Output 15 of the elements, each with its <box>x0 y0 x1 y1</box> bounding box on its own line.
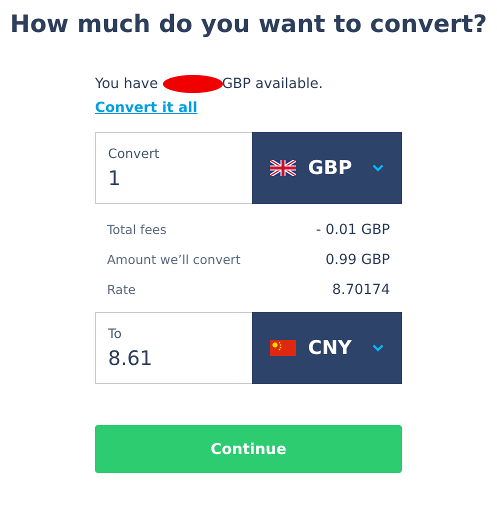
currency-select[interactable]: GBP <box>252 132 402 204</box>
fee-label: Rate <box>107 282 136 298</box>
chevron-down-icon <box>372 344 384 352</box>
chevron-down-icon <box>372 164 384 172</box>
page-title: How much do you want to convert? <box>10 10 487 38</box>
fee-label: Amount we’ll convert <box>107 252 240 268</box>
fee-value: 8.70174 <box>332 282 390 298</box>
fee-label: Total fees <box>107 222 166 238</box>
flag-icon <box>270 340 296 356</box>
fee-value: 0.99 GBP <box>325 252 390 268</box>
flag-icon <box>270 160 296 176</box>
balance-text: You have <box>95 76 158 92</box>
currency-select[interactable]: CNY <box>252 312 402 384</box>
fee-value: - 0.01 GBP <box>316 222 390 238</box>
balance-text: GBP available. <box>222 76 323 92</box>
